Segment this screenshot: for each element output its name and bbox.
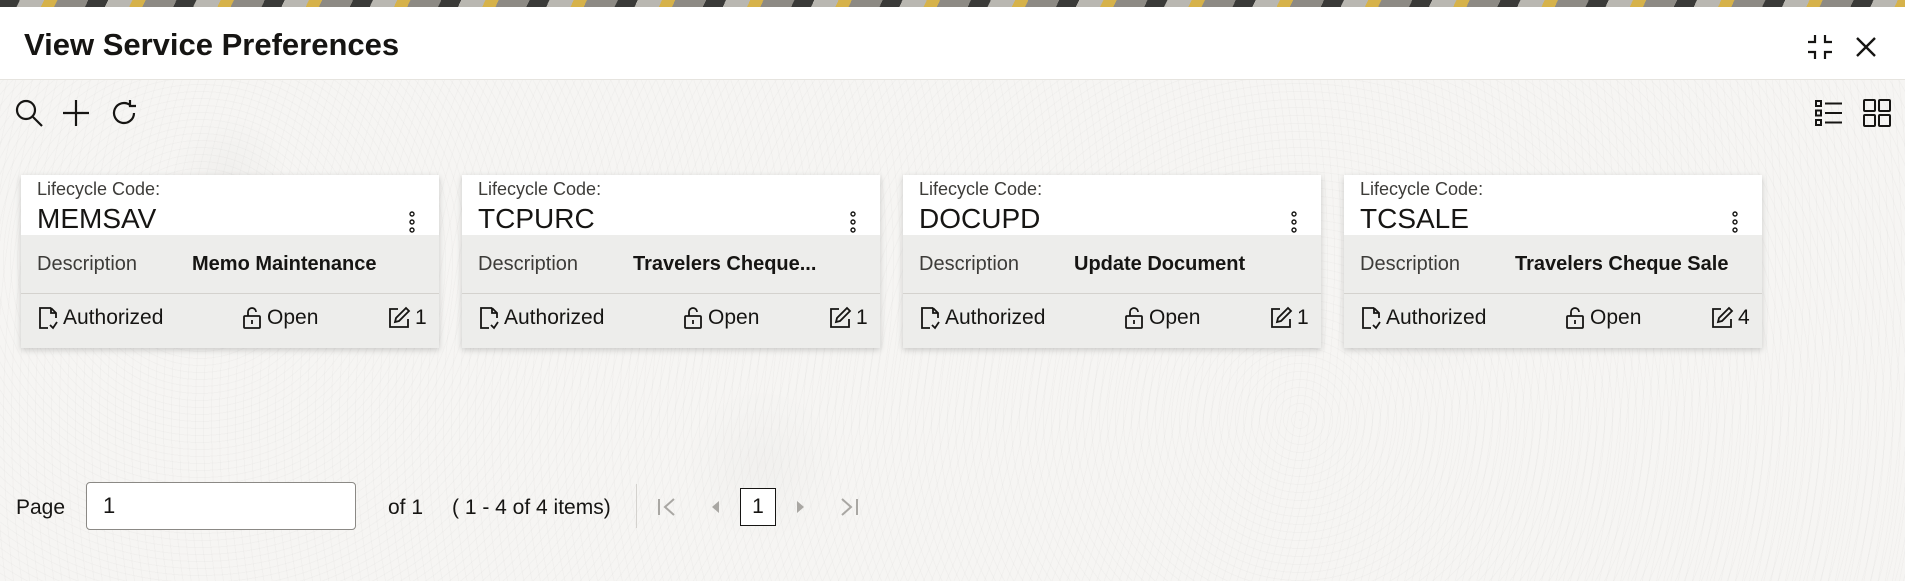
edit-icon <box>830 306 852 328</box>
minimize-icon[interactable] <box>1802 29 1838 65</box>
kebab-icon[interactable] <box>1289 211 1299 233</box>
lifecycle-code-value: TCSALE <box>1360 203 1469 234</box>
record-status-text: Open <box>267 306 319 329</box>
tile-view-icon[interactable] <box>1860 96 1894 130</box>
version-count: 1 <box>1269 306 1309 330</box>
authorization-status: Authorized <box>478 306 604 330</box>
description-label: Description <box>37 253 138 275</box>
record-status: Open <box>241 306 318 330</box>
record-status-text: Open <box>1149 306 1201 329</box>
lifecycle-code-label: Lifecycle Code: <box>1360 179 1484 199</box>
lifecycle-card[interactable]: Lifecycle Code: TCPURC Description Trave… <box>462 175 880 348</box>
lifecycle-code-label: Lifecycle Code: <box>919 179 1043 199</box>
status-row: Authorized Open 4 <box>1344 294 1762 348</box>
top-banner-strip <box>0 0 1905 7</box>
lifecycle-code-value: DOCUPD <box>919 203 1041 234</box>
total-pages-label: of 1 <box>388 496 424 519</box>
description-label: Description <box>478 253 579 275</box>
authorized-icon <box>1362 307 1381 330</box>
page-label: Page <box>16 496 66 519</box>
description-value: Memo Maintenance <box>192 253 377 275</box>
unlock-icon <box>243 307 261 329</box>
description-row: Description Update Document <box>903 235 1321 294</box>
pagination-bar: Page of 1 ( 1 - 4 of 4 items) 1 <box>0 480 1905 540</box>
version-count-text: 1 <box>415 306 427 329</box>
list-view-icon[interactable] <box>1812 96 1846 130</box>
description-label: Description <box>919 253 1020 275</box>
authorization-status-text: Authorized <box>1386 306 1487 329</box>
version-count: 4 <box>1710 306 1750 330</box>
items-range-label: ( 1 - 4 of 4 items) <box>452 496 611 519</box>
search-icon[interactable] <box>12 96 46 130</box>
description-row: Description Memo Maintenance <box>21 235 439 294</box>
edit-icon <box>389 306 411 328</box>
status-row: Authorized Open 1 <box>903 294 1321 348</box>
authorization-status: Authorized <box>37 306 163 330</box>
authorization-status: Authorized <box>1360 306 1486 330</box>
lifecycle-card[interactable]: Lifecycle Code: TCSALE Description Trave… <box>1344 175 1762 348</box>
description-value: Travelers Cheque... <box>633 253 817 275</box>
description-row: Description Travelers Cheque... <box>462 235 880 294</box>
page-number-input[interactable] <box>86 482 356 530</box>
close-icon[interactable] <box>1848 29 1884 65</box>
last-page-icon[interactable] <box>836 494 862 520</box>
record-status: Open <box>682 306 759 330</box>
version-count: 1 <box>387 306 427 330</box>
version-count-text: 1 <box>1297 306 1309 329</box>
page-header: View Service Preferences <box>0 7 1905 80</box>
current-page-button[interactable]: 1 <box>740 488 776 526</box>
description-label: Description <box>1360 253 1461 275</box>
authorization-status-text: Authorized <box>504 306 605 329</box>
lifecycle-code-value: MEMSAV <box>37 203 157 234</box>
record-status: Open <box>1123 306 1200 330</box>
version-count-text: 1 <box>856 306 868 329</box>
lifecycle-card[interactable]: Lifecycle Code: DOCUPD Description Updat… <box>903 175 1321 348</box>
authorization-status-text: Authorized <box>945 306 1046 329</box>
first-page-icon[interactable] <box>654 494 680 520</box>
pagination-divider <box>636 484 637 528</box>
unlock-icon <box>1125 307 1143 329</box>
description-value: Update Document <box>1074 253 1246 275</box>
edit-icon <box>1712 306 1734 328</box>
page-title: View Service Preferences <box>24 27 400 62</box>
record-status-text: Open <box>1590 306 1642 329</box>
kebab-icon[interactable] <box>848 211 858 233</box>
refresh-icon[interactable] <box>107 96 141 130</box>
authorization-status: Authorized <box>919 306 1045 330</box>
version-count-text: 4 <box>1738 306 1750 329</box>
plus-icon[interactable] <box>59 96 93 130</box>
previous-page-icon[interactable] <box>703 494 729 520</box>
edit-icon <box>1271 306 1293 328</box>
status-row: Authorized Open 1 <box>462 294 880 348</box>
authorized-icon <box>921 307 940 330</box>
next-page-icon[interactable] <box>787 494 813 520</box>
status-row: Authorized Open 1 <box>21 294 439 348</box>
lifecycle-code-label: Lifecycle Code: <box>478 179 602 199</box>
version-count: 1 <box>828 306 868 330</box>
description-value: Travelers Cheque Sale <box>1515 253 1729 275</box>
lifecycle-card[interactable]: Lifecycle Code: MEMSAV Description Memo … <box>21 175 439 348</box>
unlock-icon <box>684 307 702 329</box>
lifecycle-code-label: Lifecycle Code: <box>37 179 161 199</box>
authorized-icon <box>39 307 58 330</box>
record-status: Open <box>1564 306 1641 330</box>
kebab-icon[interactable] <box>1730 211 1740 233</box>
authorization-status-text: Authorized <box>63 306 164 329</box>
description-row: Description Travelers Cheque Sale <box>1344 235 1762 294</box>
kebab-icon[interactable] <box>407 211 417 233</box>
record-status-text: Open <box>708 306 760 329</box>
unlock-icon <box>1566 307 1584 329</box>
lifecycle-code-value: TCPURC <box>478 203 595 234</box>
authorized-icon <box>480 307 499 330</box>
